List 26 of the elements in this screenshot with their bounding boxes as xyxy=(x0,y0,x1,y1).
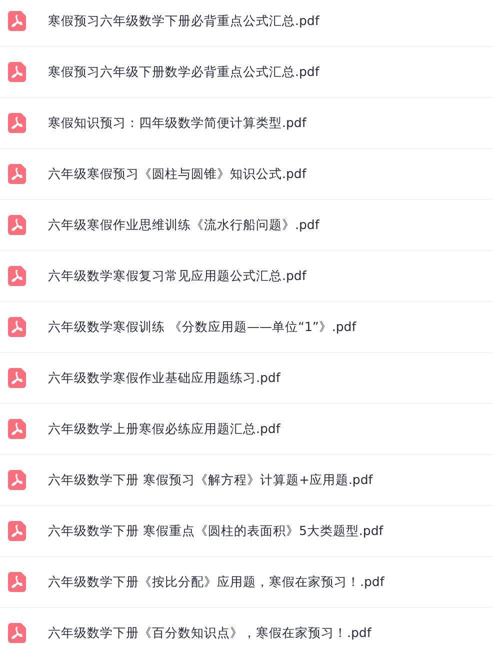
pdf-file-icon xyxy=(8,623,26,643)
pdf-file-icon xyxy=(8,368,26,388)
file-link[interactable]: 六年级数学上册寒假必练应用题汇总.pdf xyxy=(48,420,280,438)
file-link[interactable]: 六年级数学寒假训练 《分数应用题——单位“1”》.pdf xyxy=(48,318,356,336)
file-link[interactable]: 六年级数学下册 寒假重点《圆柱的表面积》5大类题型.pdf xyxy=(48,522,384,540)
file-link[interactable]: 寒假知识预习：四年级数学简便计算类型.pdf xyxy=(48,114,306,132)
file-link[interactable]: 寒假预习六年级下册数学必背重点公式汇总.pdf xyxy=(48,64,320,80)
pdf-file-icon xyxy=(8,419,26,439)
pdf-file-icon xyxy=(8,11,26,31)
file-link[interactable]: 寒假预习六年级数学下册必背重点公式汇总.pdf xyxy=(48,12,320,30)
pdf-file-icon xyxy=(8,113,26,133)
pdf-file-icon xyxy=(8,62,26,82)
file-link[interactable]: 六年级数学寒假复习常见应用题公式汇总.pdf xyxy=(48,268,306,284)
pdf-file-icon xyxy=(8,572,26,592)
pdf-file-icon xyxy=(8,215,26,235)
file-link[interactable]: 六年级数学下册《百分数知识点》，寒假在家预习！.pdf xyxy=(48,624,372,642)
file-link[interactable]: 六年级数学寒假作业基础应用题练习.pdf xyxy=(48,370,280,386)
pdf-file-icon xyxy=(8,266,26,286)
file-link[interactable]: 六年级寒假预习《圆柱与圆锥》知识公式.pdf xyxy=(48,166,306,182)
file-link[interactable]: 六年级数学下册《按比分配》应用题，寒假在家预习！.pdf xyxy=(48,574,384,590)
file-link[interactable]: 六年级寒假作业思维训练《流水行船问题》.pdf xyxy=(48,216,320,234)
pdf-file-icon xyxy=(8,164,26,184)
pdf-file-icon xyxy=(8,521,26,541)
file-link[interactable]: 六年级数学下册 寒假预习《解方程》计算题+应用题.pdf xyxy=(48,472,373,488)
pdf-file-icon xyxy=(8,317,26,337)
pdf-file-icon xyxy=(8,470,26,490)
